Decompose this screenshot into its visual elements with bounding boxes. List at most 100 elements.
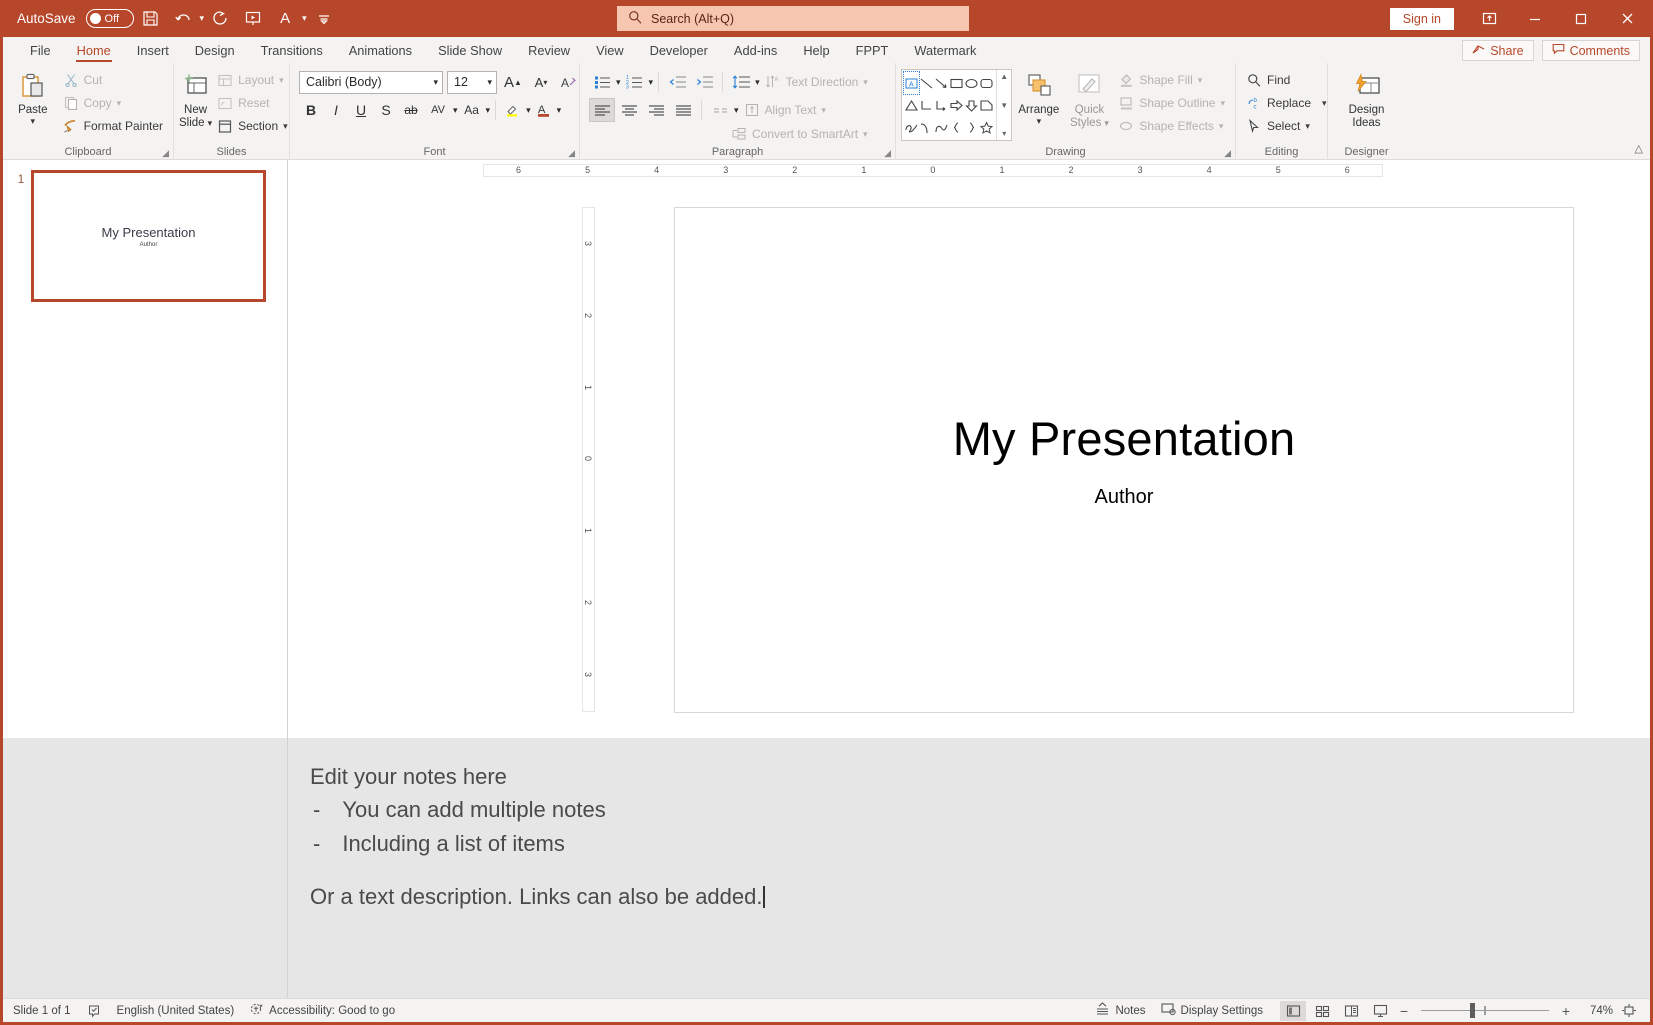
select-caret[interactable]: ▾ <box>1305 122 1310 131</box>
shape-curve-icon[interactable] <box>919 116 934 138</box>
shape-effects-button[interactable]: Shape Effects ▾ <box>1113 115 1230 137</box>
slide-sorter-view-button[interactable] <box>1309 1001 1335 1021</box>
minimize-button[interactable] <box>1512 0 1558 37</box>
search-input[interactable]: Search (Alt+Q) <box>617 6 969 31</box>
highlight-color-caret[interactable]: ▾ <box>526 106 531 115</box>
slide-thumbnail-1[interactable]: My Presentation Author <box>31 170 266 302</box>
format-painter-button[interactable]: Format Painter <box>58 115 168 137</box>
maximize-button[interactable] <box>1558 0 1604 37</box>
font-dialog-launcher[interactable]: ◢ <box>568 148 575 159</box>
font-name-caret[interactable]: ▾ <box>433 78 438 87</box>
drawing-dialog-launcher[interactable]: ◢ <box>1224 148 1231 159</box>
notes-text-area[interactable]: Edit your notes here - You can add multi… <box>288 738 1650 998</box>
tab-design[interactable]: Design <box>182 40 248 63</box>
shape-oval-icon[interactable] <box>964 72 979 94</box>
shape-elbow-arrow-icon[interactable] <box>934 94 949 116</box>
accessibility-status[interactable]: Accessibility: Good to go <box>250 1002 395 1019</box>
start-slideshow-icon[interactable] <box>238 4 268 34</box>
font-name-combo[interactable]: Calibri (Body) ▾ <box>299 71 443 94</box>
shape-fill-caret[interactable]: ▾ <box>1198 76 1203 85</box>
tab-view[interactable]: View <box>583 40 637 63</box>
section-button[interactable]: Section ▾ <box>212 115 293 137</box>
slide-subtitle-placeholder[interactable]: Author <box>1095 486 1154 509</box>
align-text-button[interactable]: Align Text ▾ <box>740 99 830 121</box>
character-spacing-button[interactable]: AV <box>424 98 452 122</box>
tab-watermark[interactable]: Watermark <box>901 40 989 63</box>
undo-icon[interactable] <box>168 4 198 34</box>
shapes-gallery-scrollbar[interactable]: ▲ ▼ ▾ <box>996 70 1011 140</box>
find-button[interactable]: Find <box>1241 69 1332 91</box>
notes-pane[interactable]: Edit your notes here - You can add multi… <box>3 738 1650 998</box>
tab-transitions[interactable]: Transitions <box>248 40 336 63</box>
decrease-font-size-button[interactable]: A▾ <box>529 70 553 94</box>
shape-line-icon[interactable] <box>919 72 934 94</box>
justify-button[interactable] <box>670 98 696 122</box>
copy-dropdown-caret[interactable]: ▾ <box>117 99 122 108</box>
character-spacing-caret[interactable]: ▾ <box>453 106 458 115</box>
shape-fill-button[interactable]: Shape Fill ▾ <box>1113 69 1230 91</box>
tab-add-ins[interactable]: Add-ins <box>721 40 790 63</box>
sign-in-button[interactable]: Sign in <box>1390 8 1454 30</box>
shape-right-arrow-icon[interactable] <box>949 94 964 116</box>
columns-button[interactable] <box>707 98 733 122</box>
tab-review[interactable]: Review <box>515 40 583 63</box>
spellcheck-icon[interactable] <box>87 1004 101 1018</box>
shape-star-icon[interactable] <box>979 116 994 138</box>
text-direction-button[interactable]: A Text Direction ▾ <box>761 71 872 93</box>
bold-button[interactable]: B <box>299 98 323 122</box>
paste-button[interactable]: Paste ▾ <box>8 66 58 126</box>
layout-button[interactable]: Layout ▾ <box>212 69 293 91</box>
shape-elbow-connector-icon[interactable] <box>919 94 934 116</box>
shape-triangle-icon[interactable] <box>904 94 919 116</box>
convert-to-smartart-button[interactable]: Convert to SmartArt ▾ <box>727 123 872 145</box>
replace-caret[interactable]: ▾ <box>1322 99 1327 108</box>
bullets-button[interactable] <box>589 70 615 94</box>
clear-formatting-button[interactable]: A <box>557 70 581 94</box>
decrease-indent-button[interactable] <box>664 70 690 94</box>
tab-home[interactable]: Home <box>64 40 124 63</box>
align-left-button[interactable] <box>589 98 615 122</box>
shape-down-arrow-icon[interactable] <box>964 94 979 116</box>
comments-button[interactable]: Comments <box>1542 40 1640 61</box>
collapse-ribbon-button[interactable]: △ <box>1635 142 1643 155</box>
font-color-caret[interactable]: ▾ <box>557 106 562 115</box>
clipboard-dialog-launcher[interactable]: ◢ <box>162 148 169 159</box>
close-button[interactable] <box>1604 0 1650 37</box>
columns-caret[interactable]: ▾ <box>734 106 739 115</box>
increase-indent-button[interactable] <box>691 70 717 94</box>
slide-thumbnail-pane[interactable]: 1 My Presentation Author <box>3 160 288 738</box>
shape-left-brace-icon[interactable] <box>949 116 964 138</box>
tab-insert[interactable]: Insert <box>124 40 182 63</box>
replace-button[interactable]: bc Replace ▾ <box>1241 92 1332 114</box>
zoom-out-button[interactable]: − <box>1396 1003 1412 1019</box>
shapes-scroll-down-icon[interactable]: ▼ <box>1000 101 1008 110</box>
font-size-combo[interactable]: 12 ▾ <box>447 71 497 94</box>
share-button[interactable]: Share <box>1462 40 1533 61</box>
line-spacing-caret[interactable]: ▾ <box>755 78 760 87</box>
convert-smartart-caret[interactable]: ▾ <box>863 130 868 139</box>
font-dropdown-caret[interactable]: ▾ <box>302 14 307 23</box>
change-case-button[interactable]: Aa <box>459 98 485 122</box>
language-label[interactable]: English (United States) <box>117 1005 235 1017</box>
paragraph-dialog-launcher[interactable]: ◢ <box>884 148 891 159</box>
undo-dropdown-caret[interactable]: ▾ <box>200 14 205 23</box>
change-case-caret[interactable]: ▾ <box>486 106 491 115</box>
numbering-button[interactable]: 123 <box>622 70 648 94</box>
align-text-caret[interactable]: ▾ <box>821 106 826 115</box>
fit-to-window-icon[interactable] <box>1616 1001 1642 1021</box>
shapes-gallery[interactable]: A <box>901 69 1012 141</box>
italic-button[interactable]: I <box>324 98 348 122</box>
shape-arrow-icon[interactable] <box>934 72 949 94</box>
tab-slide-show[interactable]: Slide Show <box>425 40 515 63</box>
shape-arc-icon[interactable] <box>934 116 949 138</box>
line-spacing-button[interactable] <box>728 70 754 94</box>
shape-outline-caret[interactable]: ▾ <box>1220 99 1225 108</box>
reading-view-button[interactable] <box>1338 1001 1364 1021</box>
zoom-slider-handle[interactable] <box>1470 1003 1475 1018</box>
tab-developer[interactable]: Developer <box>637 40 721 63</box>
paste-dropdown-caret[interactable]: ▾ <box>31 117 36 126</box>
ribbon-display-options-icon[interactable] <box>1466 0 1512 37</box>
select-button[interactable]: Select ▾ <box>1241 115 1332 137</box>
shape-rectangle-icon[interactable] <box>949 72 964 94</box>
text-shadow-button[interactable]: S <box>374 98 398 122</box>
